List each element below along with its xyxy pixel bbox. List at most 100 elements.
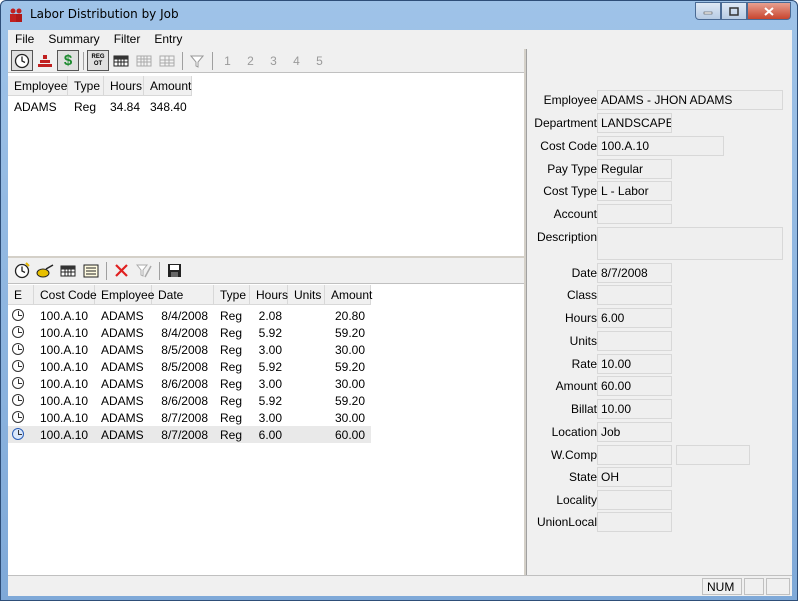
toolbar-separator bbox=[159, 261, 160, 280]
entry-cell bbox=[8, 307, 34, 324]
wcomp-field[interactable] bbox=[597, 445, 672, 465]
pay-type-field[interactable]: Regular bbox=[597, 159, 672, 179]
locality-field[interactable] bbox=[597, 490, 672, 510]
cell-type: Reg bbox=[220, 411, 243, 425]
cost-type-field[interactable]: L - Labor bbox=[597, 181, 672, 201]
col-amount[interactable]: Amount bbox=[144, 76, 192, 96]
table-row[interactable]: 100.A.10 ADAMS 8/7/2008 Reg 3.00 30.00 bbox=[8, 409, 371, 426]
clock-edit-icon bbox=[36, 263, 54, 277]
toolbar-separator bbox=[106, 261, 107, 280]
class-field[interactable] bbox=[597, 285, 672, 305]
clock-button[interactable] bbox=[11, 50, 33, 71]
reg-ot-button[interactable]: REG OT bbox=[87, 50, 109, 71]
menu-entry[interactable]: Entry bbox=[147, 30, 189, 49]
status-cell-empty bbox=[744, 578, 764, 595]
menu-file[interactable]: File bbox=[8, 30, 41, 49]
list-view-button[interactable] bbox=[80, 260, 102, 281]
table-row[interactable]: 100.A.10 ADAMS 8/5/2008 Reg 3.00 30.00 bbox=[8, 341, 371, 358]
cell-hours: 3.00 bbox=[258, 343, 282, 357]
stacked-bars-button[interactable] bbox=[34, 50, 56, 71]
status-cell-empty bbox=[766, 578, 790, 595]
col-type[interactable]: Type bbox=[214, 285, 250, 305]
minimize-button[interactable] bbox=[695, 2, 721, 20]
col-e[interactable]: E bbox=[8, 285, 34, 305]
clock-edit-button[interactable] bbox=[34, 260, 56, 281]
save-button[interactable] bbox=[163, 260, 185, 281]
wcomp-field-2[interactable] bbox=[676, 445, 750, 465]
hours-label: Hours bbox=[564, 311, 597, 325]
department-label: Department bbox=[534, 116, 597, 130]
cell-type: Reg bbox=[220, 428, 243, 442]
window-title: Labor Distribution by Job bbox=[30, 7, 179, 21]
state-field[interactable]: OH bbox=[597, 467, 672, 487]
amount-field[interactable]: 60.00 bbox=[597, 376, 672, 396]
clock-icon bbox=[12, 411, 24, 423]
summary-grid-body: ADAMS Reg 34.84 348.40 bbox=[8, 98, 192, 115]
rate-field[interactable]: 10.00 bbox=[597, 354, 672, 374]
employee-field[interactable]: ADAMS - JHON ADAMS bbox=[597, 90, 783, 110]
maximize-button[interactable] bbox=[721, 2, 747, 20]
entry-cell bbox=[8, 392, 34, 409]
title-bar[interactable]: Labor Distribution by Job bbox=[1, 1, 797, 29]
grid-disabled-icon bbox=[136, 55, 152, 66]
field-state: State OH bbox=[527, 467, 793, 487]
level-1-button[interactable]: 1 bbox=[216, 54, 239, 68]
field-wcomp: W.Comp bbox=[527, 445, 793, 465]
units-field[interactable] bbox=[597, 331, 672, 351]
col-date[interactable]: Date bbox=[152, 285, 214, 305]
dollar-button[interactable]: $ bbox=[57, 50, 79, 71]
col-employee[interactable]: Employee bbox=[8, 76, 68, 96]
grid-disabled-button[interactable] bbox=[133, 50, 155, 71]
table-row-selected[interactable]: 100.A.10 ADAMS 8/7/2008 Reg 6.00 60.00 bbox=[8, 426, 371, 443]
grid2-disabled-button[interactable] bbox=[156, 50, 178, 71]
col-hours[interactable]: Hours bbox=[104, 76, 144, 96]
table-row[interactable]: 100.A.10 ADAMS 8/4/2008 Reg 5.92 59.20 bbox=[8, 324, 371, 341]
col-amount[interactable]: Amount bbox=[325, 285, 372, 305]
date-field[interactable]: 8/7/2008 bbox=[597, 263, 672, 283]
col-cost-code[interactable]: Cost Code bbox=[34, 285, 97, 305]
cell-hours: 3.00 bbox=[258, 411, 282, 425]
level-5-button[interactable]: 5 bbox=[308, 54, 331, 68]
col-type[interactable]: Type bbox=[68, 76, 104, 96]
table-row[interactable]: 100.A.10 ADAMS 8/5/2008 Reg 5.92 59.20 bbox=[8, 358, 371, 375]
description-field[interactable] bbox=[597, 227, 783, 260]
field-billat: Billat 10.00 bbox=[527, 399, 793, 419]
cell-date: 8/6/2008 bbox=[161, 377, 208, 391]
table-row[interactable]: 100.A.10 ADAMS 8/6/2008 Reg 3.00 30.00 bbox=[8, 375, 371, 392]
account-field[interactable] bbox=[597, 204, 672, 224]
location-field[interactable]: Job bbox=[597, 422, 672, 442]
grid-view-button[interactable] bbox=[57, 260, 79, 281]
col-hours[interactable]: Hours bbox=[250, 285, 288, 305]
menu-summary[interactable]: Summary bbox=[41, 30, 106, 49]
cell-cost-code: 100.A.10 bbox=[40, 309, 89, 323]
cell-employee: ADAMS bbox=[101, 343, 144, 357]
account-label: Account bbox=[553, 207, 597, 221]
department-field[interactable]: LANDSCAPE bbox=[597, 113, 672, 133]
table-row[interactable]: 100.A.10 ADAMS 8/4/2008 Reg 2.08 20.80 bbox=[8, 307, 371, 324]
clock-icon bbox=[12, 428, 24, 440]
field-description: Description bbox=[527, 227, 793, 261]
col-employee[interactable]: Employee bbox=[95, 285, 154, 305]
grid-button[interactable] bbox=[110, 50, 132, 71]
filter-button[interactable] bbox=[186, 50, 208, 71]
level-2-button[interactable]: 2 bbox=[239, 54, 262, 68]
level-3-button[interactable]: 3 bbox=[262, 54, 285, 68]
clear-filter-button[interactable] bbox=[133, 260, 155, 281]
summary-row[interactable]: ADAMS Reg 34.84 348.40 bbox=[8, 98, 192, 115]
billat-field[interactable]: 10.00 bbox=[597, 399, 672, 419]
entry-cell bbox=[8, 426, 34, 443]
cost-code-field[interactable]: 100.A.10 bbox=[597, 136, 724, 156]
union-local-field[interactable] bbox=[597, 512, 672, 532]
field-cost-type: Cost Type L - Labor bbox=[527, 181, 793, 201]
left-pane: $ REG OT 1 2 3 4 5 Employee Type Hours A… bbox=[8, 49, 524, 575]
level-4-button[interactable]: 4 bbox=[285, 54, 308, 68]
close-button[interactable] bbox=[747, 2, 791, 20]
col-units[interactable]: Units bbox=[288, 285, 325, 305]
table-row[interactable]: 100.A.10 ADAMS 8/6/2008 Reg 5.92 59.20 bbox=[8, 392, 371, 409]
delete-button[interactable] bbox=[110, 260, 132, 281]
clock-add-button[interactable] bbox=[11, 260, 33, 281]
hours-field[interactable]: 6.00 bbox=[597, 308, 672, 328]
menu-filter[interactable]: Filter bbox=[107, 30, 148, 49]
entry-cell bbox=[8, 358, 34, 375]
cell-cost-code: 100.A.10 bbox=[40, 343, 89, 357]
